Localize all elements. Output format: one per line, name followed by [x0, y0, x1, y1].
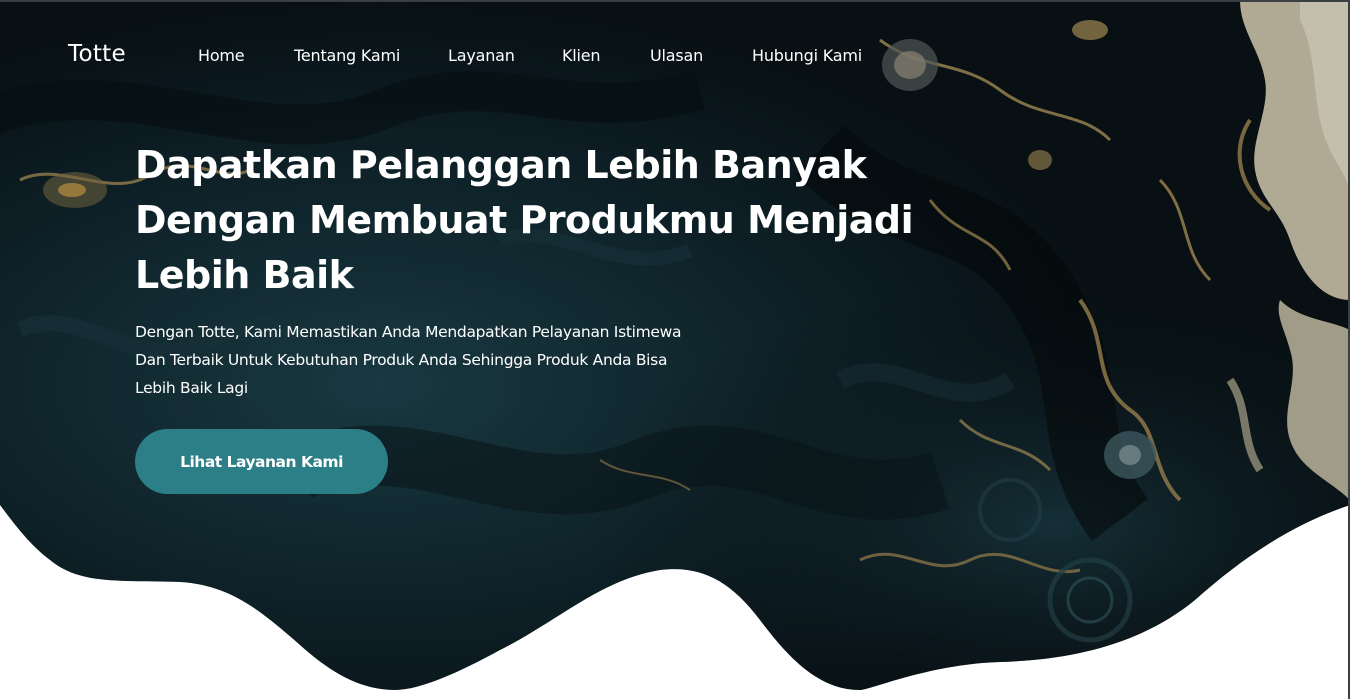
nav-link-hubungi-kami[interactable]: Hubungi Kami: [752, 46, 862, 65]
nav-link-tentang-kami[interactable]: Tentang Kami: [294, 46, 400, 65]
brand-logo[interactable]: Totte: [68, 41, 126, 67]
nav-link-klien[interactable]: Klien: [562, 46, 601, 65]
nav-link-layanan[interactable]: Layanan: [448, 46, 515, 65]
view-services-button[interactable]: Lihat Layanan Kami: [135, 429, 388, 494]
landing-page: Totte Home Tentang Kami Layanan Klien Ul…: [0, 0, 1350, 699]
hero-subtitle: Dengan Totte, Kami Memastikan Anda Menda…: [135, 323, 682, 397]
nav-link-home[interactable]: Home: [198, 46, 245, 65]
navbar: Totte Home Tentang Kami Layanan Klien Ul…: [0, 0, 1350, 110]
hero-title: Dapatkan Pelanggan Lebih Banyak Dengan M…: [135, 143, 914, 297]
nav-link-ulasan[interactable]: Ulasan: [650, 46, 703, 65]
